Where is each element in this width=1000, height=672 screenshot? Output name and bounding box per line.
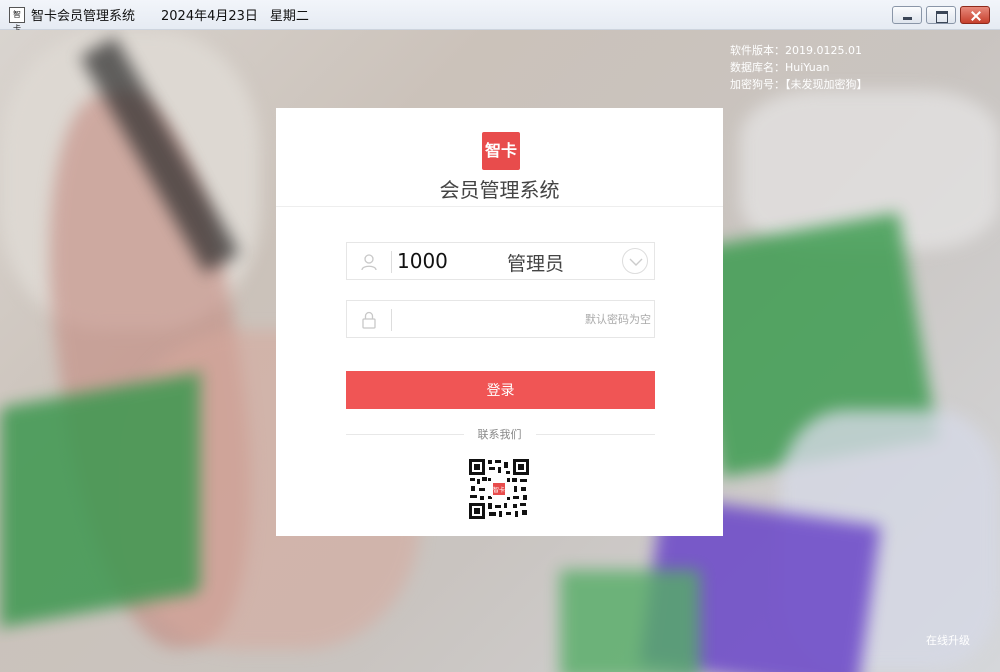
window-controls <box>892 6 990 24</box>
window-titlebar[interactable]: 智卡 智卡会员管理系统 2024年4月23日 星期二 <box>0 0 1000 33</box>
field-separator <box>391 251 392 273</box>
software-version: 软件版本：2019.0125.01 <box>730 44 862 57</box>
card-title: 会员管理系统 <box>439 178 560 202</box>
maximize-icon <box>927 7 955 23</box>
password-field[interactable] <box>346 300 655 338</box>
contact-divider-right <box>536 434 655 435</box>
maximize-button[interactable] <box>926 6 956 24</box>
dongle-number: 加密狗号：【未发现加密狗】 <box>730 78 868 91</box>
close-button[interactable] <box>960 6 990 24</box>
user-icon <box>359 252 379 272</box>
login-card: 智卡 会员管理系统 1000 管理员 登录 联系我们 智卡 <box>276 108 723 536</box>
minimize-icon <box>893 7 921 23</box>
chevron-down-icon <box>629 258 643 266</box>
close-icon <box>961 7 989 23</box>
window-date: 2024年4月23日 <box>161 9 258 24</box>
system-info: 软件版本：2019.0125.01 数据库名：HuiYuan 加密狗号：【未发现… <box>730 42 868 93</box>
operator-select[interactable]: 1000 管理员 <box>346 242 655 280</box>
operator-dropdown-button[interactable] <box>622 248 648 274</box>
operator-role: 管理员 <box>507 253 565 275</box>
window-weekday: 星期二 <box>269 9 309 24</box>
qr-code-icon: 智卡 <box>468 458 530 520</box>
app-icon: 智卡 <box>9 6 25 33</box>
operator-id: 1000 <box>397 249 448 273</box>
field-separator <box>391 309 392 331</box>
minimize-button[interactable] <box>892 6 922 24</box>
password-input[interactable] <box>397 307 651 331</box>
brand-logo: 智卡 <box>482 132 520 170</box>
online-upgrade-link[interactable]: 在线升级 <box>926 632 970 648</box>
lock-icon <box>359 310 379 330</box>
database-name: 数据库名：HuiYuan <box>730 61 830 74</box>
card-divider <box>276 206 723 207</box>
window-title: 智卡会员管理系统 <box>31 9 136 24</box>
qr-center-label: 智卡 <box>493 486 505 494</box>
login-button[interactable]: 登录 <box>346 371 655 409</box>
contact-us-label: 联系我们 <box>477 428 522 441</box>
